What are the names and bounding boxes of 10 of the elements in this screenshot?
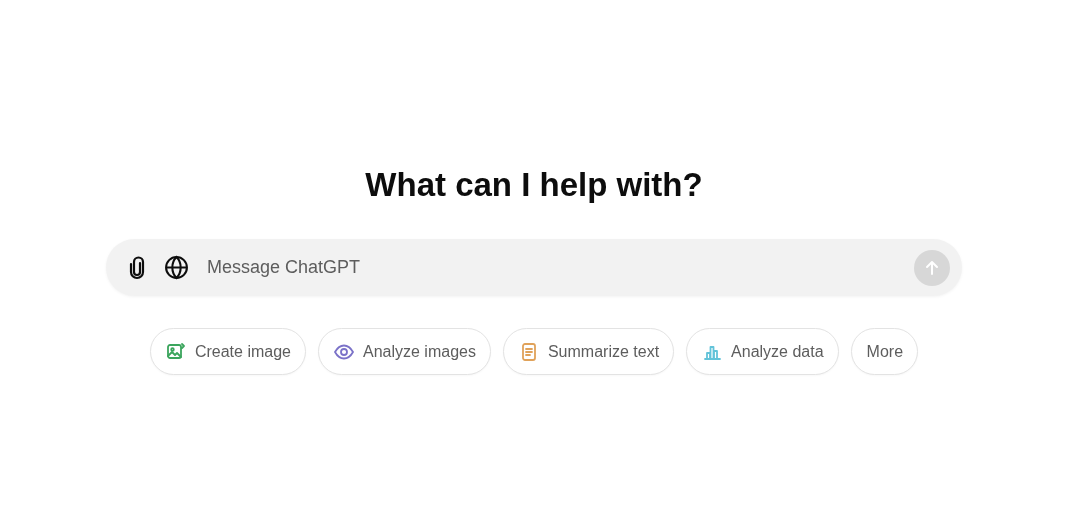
suggestion-chip[interactable]: Analyze data (686, 328, 839, 375)
suggestion-chip[interactable]: Create image (149, 328, 306, 375)
globe-icon[interactable] (164, 255, 189, 280)
suggestion-chip[interactable]: Summarize text (502, 328, 675, 375)
message-input[interactable]: Message ChatGPT (205, 253, 914, 282)
arrow-up-icon (923, 258, 941, 277)
suggestion-chip[interactable]: More (850, 328, 919, 375)
message-composer[interactable]: Message ChatGPT (106, 239, 962, 296)
suggestion-chip[interactable]: Analyze images (318, 328, 491, 375)
heading: What can I help with? (364, 165, 704, 205)
